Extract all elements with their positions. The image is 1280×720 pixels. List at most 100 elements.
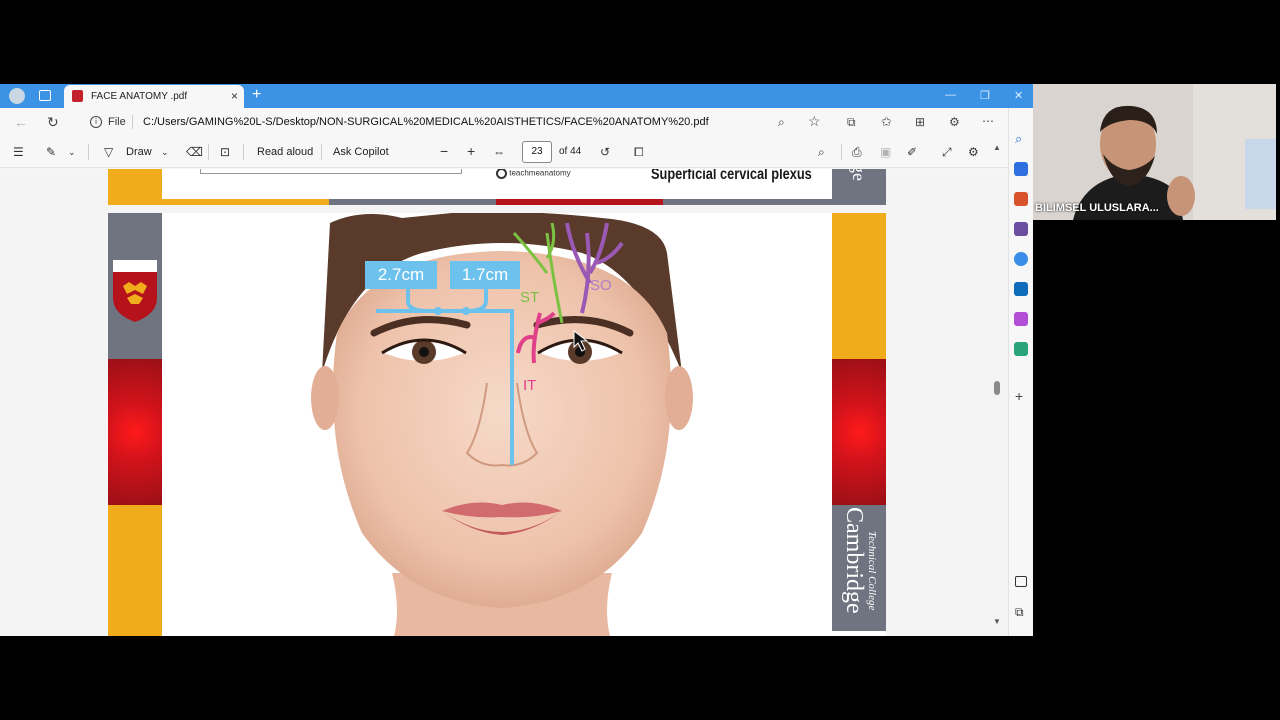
divider — [88, 144, 89, 160]
search-icon[interactable]: ⌕ — [1015, 131, 1022, 147]
zoom-search-icon[interactable]: ⌕ — [778, 115, 785, 130]
divider — [841, 144, 842, 160]
address-bar: ← ↻ i File C:/Users/GAMING%20L-S/Desktop… — [0, 108, 1033, 136]
search-icon[interactable]: ⌕ — [818, 145, 825, 160]
drop-icon[interactable] — [1014, 342, 1028, 356]
workspaces-icon[interactable] — [39, 90, 51, 101]
profile-avatar-icon[interactable] — [9, 88, 25, 104]
scroll-down-arrow-icon[interactable]: ▼ — [993, 617, 1001, 626]
save-icon[interactable]: ▣ — [880, 145, 891, 159]
print-icon[interactable]: ⎙ — [852, 145, 862, 160]
microsoft-365-icon[interactable] — [1014, 252, 1028, 266]
footer-bar-grey — [329, 199, 496, 205]
college-fragment: ge — [849, 169, 869, 181]
footer-bar-grey — [663, 199, 832, 205]
back-arrow-icon[interactable]: ← — [14, 114, 28, 130]
draw-pen-icon[interactable]: ▽ — [104, 145, 113, 159]
minimize-button[interactable]: — — [945, 89, 956, 101]
settings-gear-icon[interactable]: ⚙ — [968, 145, 979, 159]
band-red — [832, 359, 886, 505]
face-illustration: 2.7cm 1.7cm ST SO IT — [162, 213, 832, 636]
draw-button[interactable]: Draw — [126, 146, 152, 158]
nerve-label-so: SO — [590, 277, 612, 294]
title-bar: FACE ANATOMY .pdf × + — ❐ ✕ — [0, 84, 1033, 108]
close-window-button[interactable]: ✕ — [1014, 89, 1023, 102]
divider — [321, 144, 322, 160]
webcam-feed: BILIMSEL ULUSLARA... — [1033, 84, 1276, 220]
slide-previous: teachmeanatomy Superficial cervical plex… — [108, 169, 886, 205]
webcam-image — [1033, 84, 1276, 220]
chevron-down-icon[interactable]: ⌄ — [68, 147, 76, 158]
band-gold — [108, 505, 162, 636]
close-tab-icon[interactable]: × — [231, 89, 238, 103]
read-aloud-button[interactable]: Read aloud — [257, 146, 313, 158]
chevron-down-icon[interactable]: ⌄ — [161, 147, 169, 158]
pdf-viewer[interactable]: teachmeanatomy Superficial cervical plex… — [0, 169, 1008, 636]
diagram-frame — [200, 169, 462, 174]
refresh-icon[interactable]: ↻ — [47, 114, 59, 131]
eraser-icon[interactable]: ⌫ — [186, 145, 203, 159]
games-icon[interactable] — [1014, 222, 1028, 236]
designer-icon[interactable] — [1014, 312, 1028, 326]
url-field[interactable]: C:/Users/GAMING%20L-S/Desktop/NON-SURGIC… — [143, 116, 709, 128]
footer-bar-gold — [162, 199, 329, 205]
fullscreen-icon[interactable]: ⤢ — [942, 145, 952, 160]
add-sidebar-app-icon[interactable]: + — [1015, 388, 1023, 404]
nerve-label-st: ST — [520, 289, 540, 306]
tab-face-anatomy[interactable]: FACE ANATOMY .pdf × — [64, 85, 244, 108]
file-scheme-label: File — [108, 116, 126, 128]
college-subtitle: Technical College — [866, 531, 878, 611]
page-view-icon[interactable]: ⧠ — [634, 145, 644, 160]
slide-grey-band: ge — [832, 169, 886, 205]
page-number-input[interactable]: 23 — [522, 141, 552, 163]
open-external-icon[interactable]: ⧉ — [1015, 605, 1024, 620]
vertical-scrollbar[interactable]: ▲ ▼ — [990, 143, 1004, 636]
maximize-button[interactable]: ❐ — [980, 89, 990, 102]
band-gold — [832, 213, 886, 359]
college-name: Cambridge — [841, 507, 867, 614]
favorites-icon[interactable]: ✩ — [881, 114, 892, 130]
save-as-icon[interactable]: ✐ — [907, 145, 917, 159]
college-crest-icon — [113, 260, 157, 322]
contents-list-icon[interactable]: ☰ — [13, 145, 24, 159]
new-tab-button[interactable]: + — [252, 86, 261, 104]
measure-label-left: 2.7cm — [365, 261, 437, 289]
participant-name: BILIMSEL ULUSLARA... — [1035, 202, 1159, 214]
extensions-icon[interactable]: ⚙ — [949, 115, 960, 129]
outlook-icon[interactable] — [1014, 282, 1028, 296]
slide-gold-band — [108, 169, 162, 205]
zoom-in-button[interactable]: + — [467, 143, 475, 159]
logo-circle-icon — [496, 169, 507, 179]
slide-heading: Superficial cervical plexus — [651, 169, 812, 183]
text-box-icon[interactable]: ⊡ — [220, 145, 230, 159]
info-icon[interactable]: i — [90, 116, 102, 128]
collections-icon[interactable]: ⊞ — [915, 115, 925, 129]
measure-label-right: 1.7cm — [450, 261, 520, 289]
sidebar-toggle-icon[interactable] — [1015, 576, 1027, 587]
split-screen-icon[interactable]: ⧉ — [847, 115, 856, 130]
logo-text: teachmeanatomy — [509, 169, 571, 178]
ask-copilot-button[interactable]: Ask Copilot — [333, 146, 389, 158]
zoom-out-button[interactable]: − — [440, 143, 448, 159]
tools-briefcase-icon[interactable] — [1014, 192, 1028, 206]
nerve-label-it: IT — [523, 377, 537, 394]
pdf-toolbar: ☰ ✎ ⌄ ▽ Draw ⌄ ⌫ ⊡ Read aloud Ask Copilo… — [0, 136, 1008, 168]
tab-title: FACE ANATOMY .pdf — [91, 91, 188, 102]
band-red — [108, 359, 162, 505]
fit-width-icon[interactable]: ⇔ — [493, 145, 505, 159]
divider — [132, 115, 133, 129]
teachmeanatomy-logo: teachmeanatomy — [496, 169, 571, 179]
edge-sidebar: ⌕ + ⧉ ⚙ — [1008, 108, 1033, 636]
rotate-icon[interactable]: ↺ — [600, 145, 610, 159]
slide-face-anatomy: Cambridge Technical College 2.7cm 1.7cm … — [108, 213, 886, 636]
divider — [208, 144, 209, 160]
more-options-icon[interactable]: ⋯ — [982, 114, 994, 128]
shopping-tag-icon[interactable] — [1014, 162, 1028, 176]
pdf-file-icon — [72, 90, 83, 102]
college-name-panel: Cambridge Technical College — [832, 505, 886, 631]
favorite-star-icon[interactable]: ☆ — [808, 113, 821, 130]
highlight-icon[interactable]: ✎ — [46, 145, 56, 159]
scroll-up-arrow-icon[interactable]: ▲ — [993, 143, 1001, 152]
browser-window: FACE ANATOMY .pdf × + — ❐ ✕ ← ↻ i File C… — [0, 84, 1033, 636]
scroll-thumb[interactable] — [994, 381, 1000, 395]
